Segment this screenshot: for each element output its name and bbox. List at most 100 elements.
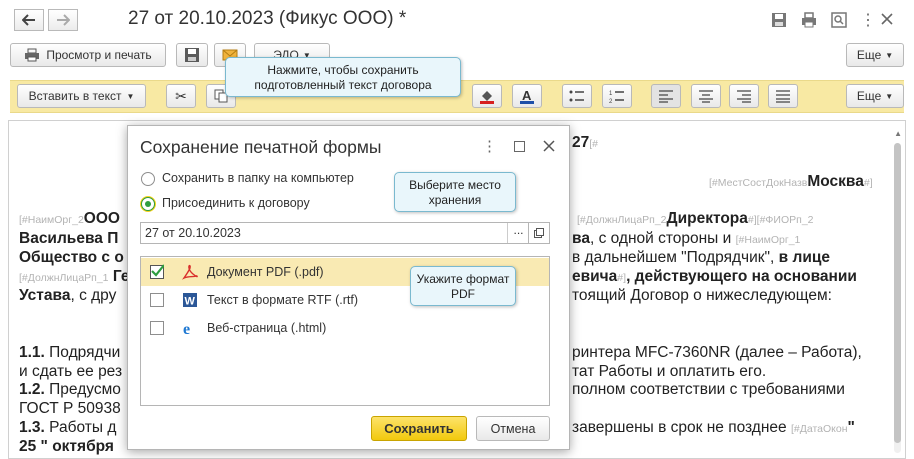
text-color-button[interactable]: A <box>512 84 542 108</box>
align-right-button[interactable] <box>729 84 759 108</box>
print-icon[interactable] <box>800 11 818 29</box>
position-field: [#ДолжнЛицаРп_2 <box>577 214 667 226</box>
p12-number: 1.2. <box>19 381 45 398</box>
attach-target-value: 27 от 20.10.2023 <box>145 226 241 240</box>
p11-right: ринтера MFC-7360NR (далее – Работа), <box>572 344 862 361</box>
director-text: Директора <box>666 210 748 227</box>
save-button[interactable]: Сохранить <box>371 416 467 441</box>
align-center-button[interactable] <box>691 84 721 108</box>
org-start: ООО <box>83 210 120 227</box>
save-icon[interactable] <box>770 11 788 29</box>
checkbox-pdf[interactable] <box>150 264 164 279</box>
more-button[interactable]: Еще ▼ <box>846 43 904 67</box>
p13-right: завершены в срок не позднее <box>572 419 787 436</box>
svg-text:W: W <box>185 296 196 308</box>
p11b-left: и сдать ее рез <box>19 363 123 380</box>
scissors-icon: ✂ <box>175 87 187 104</box>
numbered-list-button[interactable]: 12 <box>602 84 632 108</box>
browse-button[interactable]: ... <box>507 223 529 243</box>
position1-field: [#ДолжнЛицаРп_1 <box>19 272 109 284</box>
more-options-icon[interactable]: ⋮ <box>860 10 876 30</box>
option-attach-label: Присоединить к договору <box>162 196 310 210</box>
pdf-icon <box>182 264 198 280</box>
forward-button[interactable] <box>48 9 78 31</box>
format-hint-callout: Укажите формат PDF <box>410 266 516 306</box>
city-field: [#МестСостДокНазв <box>709 177 808 189</box>
print-preview-button[interactable]: Просмотр и печать <box>10 43 166 67</box>
doc-line2-right: , с одной стороны и <box>589 230 732 247</box>
doc-line5-right: тоящий Договор о нижеследующем: <box>572 287 832 304</box>
radio-save-to-folder[interactable] <box>141 172 155 186</box>
format-rtf-label: Текст в формате RTF (.rtf) <box>207 293 358 307</box>
word-icon: W <box>183 293 197 308</box>
p13-quote: " <box>847 419 855 436</box>
open-button[interactable] <box>528 222 550 244</box>
align-left-icon <box>659 90 673 103</box>
checkbox-rtf[interactable] <box>150 293 164 307</box>
cancel-button[interactable]: Отмена <box>476 416 550 441</box>
print-preview-label: Просмотр и печать <box>46 48 152 62</box>
doc-line4-right-bold: евича <box>572 268 618 285</box>
checkbox-html[interactable] <box>150 321 164 335</box>
org1-field: [#НаимОрг_1 <box>735 234 801 246</box>
paint-bucket-icon <box>480 91 494 104</box>
doc-line5-left-bold: Устава <box>19 287 71 304</box>
p12-right: полном соответствии с требованиями <box>572 381 845 398</box>
doc-city: Москва <box>807 173 864 190</box>
font-color-icon: A <box>520 88 534 104</box>
check-icon <box>151 264 164 277</box>
p13-number: 1.3. <box>19 419 45 436</box>
location-hint-callout: Выберите место хранения <box>394 172 516 212</box>
format-row-html[interactable]: e Веб-страница (.html) <box>141 314 549 342</box>
city-field-end: #] <box>863 177 873 189</box>
option-save-to-folder-label: Сохранить в папку на компьютер <box>162 171 354 185</box>
insert-in-text-label: Вставить в текст <box>28 89 122 103</box>
field-end: #] <box>617 272 627 284</box>
chevron-down-icon: ▼ <box>126 91 135 101</box>
maximize-icon[interactable] <box>514 141 525 152</box>
close-icon[interactable] <box>880 12 894 26</box>
radio-attach[interactable] <box>141 197 155 211</box>
fill-color-button[interactable] <box>472 84 502 108</box>
printer-icon <box>25 48 40 62</box>
align-left-button[interactable] <box>651 84 681 108</box>
numbered-list-icon: 12 <box>609 91 624 103</box>
insert-in-text-button[interactable]: Вставить в текст ▼ <box>17 84 146 108</box>
p11b-right: тат Работы и оплатить его. <box>572 363 767 380</box>
arrow-left-icon <box>22 14 35 26</box>
format-hint-text: Укажите формат PDF <box>416 272 510 301</box>
field-end: #] <box>747 214 757 226</box>
attach-target-field[interactable]: 27 от 20.10.2023 ... <box>140 222 550 244</box>
chevron-down-icon: ▼ <box>885 91 894 101</box>
svg-text:A: A <box>522 88 532 103</box>
doc-number: 27 <box>572 134 590 151</box>
doc-line3-left: Общество с о <box>19 249 124 266</box>
doc-line3-right-bold: в лице <box>774 249 831 266</box>
save-hint-text: Нажмите, чтобы сохранить подготовленный … <box>254 63 432 92</box>
align-center-icon <box>699 90 713 103</box>
save-doc-button[interactable] <box>176 43 208 67</box>
bullet-list-button[interactable] <box>562 84 592 108</box>
zoom-icon[interactable] <box>830 11 848 29</box>
svg-text:2: 2 <box>609 99 613 103</box>
scrollbar[interactable] <box>894 143 901 453</box>
justify-button[interactable] <box>768 84 798 108</box>
dialog-title: Сохранение печатной формы <box>140 137 382 157</box>
location-hint-text: Выберите место хранения <box>409 178 501 207</box>
org2-field: [#НаимОрг_2 <box>19 214 84 226</box>
format-more-label: Еще <box>856 89 882 103</box>
scrollbar-thumb[interactable] <box>894 143 901 443</box>
fio-field: [#ФИОРп_2 <box>756 214 814 226</box>
format-more-button[interactable]: Еще ▼ <box>846 84 904 108</box>
p12-left: Предусмо <box>44 381 121 398</box>
save-hint-callout: Нажмите, чтобы сохранить подготовленный … <box>225 57 461 97</box>
scroll-up-icon[interactable]: ▲ <box>894 129 902 138</box>
p13b-left: 25 " октября <box>19 438 114 455</box>
cut-button[interactable]: ✂ <box>166 84 196 108</box>
dialog-close-icon[interactable] <box>543 140 555 152</box>
doc-line5-left: , с дру <box>70 287 117 304</box>
dialog-menu-icon[interactable]: ⋮ <box>482 137 497 155</box>
format-pdf-label: Документ PDF (.pdf) <box>207 265 324 279</box>
chevron-down-icon: ▼ <box>885 50 894 60</box>
back-button[interactable] <box>14 9 44 31</box>
